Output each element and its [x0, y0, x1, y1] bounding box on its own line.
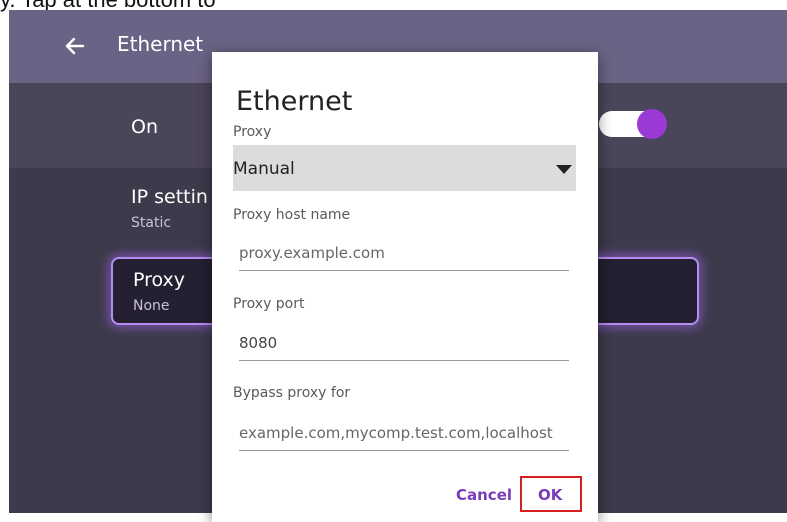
proxy-mode-value: Manual [233, 159, 295, 179]
proxy-mode-label: Proxy [233, 124, 272, 140]
proxy-label: Proxy [133, 269, 186, 291]
proxy-port-label: Proxy port [233, 296, 305, 312]
bypass-proxy-placeholder: example.com,mycomp.test.com,localhost [239, 424, 553, 442]
arrow-left-icon[interactable] [61, 32, 89, 60]
proxy-mode-select[interactable]: Manual [233, 145, 576, 191]
proxy-host-placeholder: proxy.example.com [239, 244, 385, 262]
proxy-dialog: Ethernet Proxy Manual Proxy host name pr… [212, 52, 598, 522]
proxy-value: None [133, 298, 170, 314]
proxy-port-input[interactable]: 8080 [239, 334, 569, 361]
bypass-proxy-label: Bypass proxy for [233, 385, 351, 401]
app-bar-title: Ethernet [117, 32, 204, 56]
caret-down-icon [556, 165, 572, 174]
ip-settings-label[interactable]: IP settin [131, 186, 208, 208]
cancel-button[interactable]: Cancel [456, 486, 512, 504]
ip-settings-value: Static [131, 215, 172, 231]
on-label: On [131, 116, 158, 138]
toggle-thumb [637, 109, 667, 139]
dialog-title: Ethernet [236, 86, 353, 117]
proxy-host-input[interactable]: proxy.example.com [239, 244, 569, 271]
bypass-proxy-input[interactable]: example.com,mycomp.test.com,localhost [239, 424, 569, 451]
proxy-port-value: 8080 [239, 334, 278, 352]
proxy-host-label: Proxy host name [233, 207, 351, 223]
ok-button[interactable]: OK [538, 486, 562, 504]
ethernet-toggle[interactable] [599, 109, 667, 139]
